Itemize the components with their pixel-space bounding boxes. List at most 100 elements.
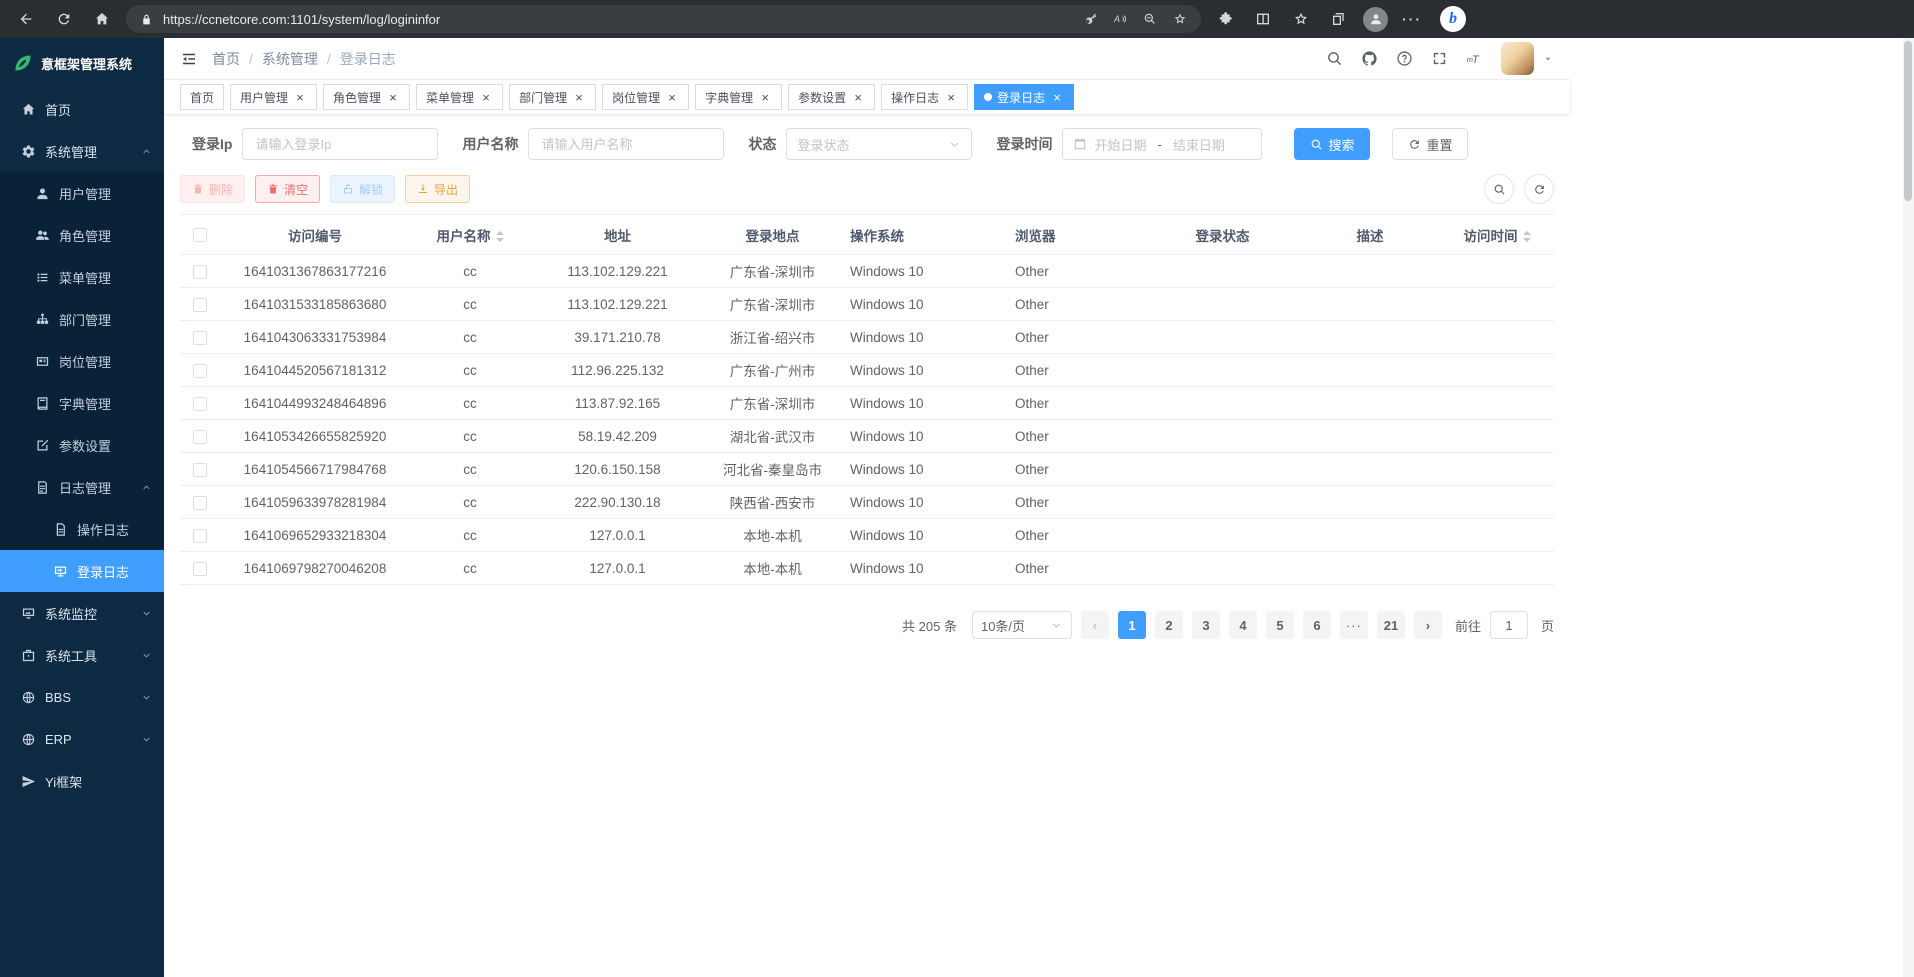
table-row[interactable]: 1641044520567181312cc112.96.225.132广东省-广… bbox=[180, 354, 1554, 387]
row-checkbox[interactable] bbox=[193, 265, 207, 279]
sidebar-item-dept-manage[interactable]: 部门管理 bbox=[0, 298, 164, 340]
font-size-icon[interactable]: тT bbox=[1466, 50, 1483, 67]
tab-close-icon[interactable]: × bbox=[758, 91, 772, 104]
table-row[interactable]: 1641031533185863680cc113.102.129.221广东省-… bbox=[180, 288, 1554, 321]
tab-close-icon[interactable]: × bbox=[479, 91, 493, 104]
table-row[interactable]: 1641053426655825920cc58.19.42.209湖北省-武汉市… bbox=[180, 420, 1554, 453]
row-checkbox[interactable] bbox=[193, 298, 207, 312]
tab-close-icon[interactable]: × bbox=[572, 91, 586, 104]
user-name-input[interactable] bbox=[528, 128, 724, 160]
browser-menu-button[interactable]: ··· bbox=[1398, 5, 1426, 33]
page-button-1[interactable]: 1 bbox=[1118, 611, 1146, 639]
favorites-button[interactable] bbox=[1287, 5, 1315, 33]
table-row[interactable]: 1641059633978281984cc222.90.130.18陕西省-西安… bbox=[180, 486, 1554, 519]
tab-post-manage[interactable]: 岗位管理× bbox=[602, 84, 689, 110]
login-ip-input[interactable] bbox=[242, 128, 438, 160]
tab-close-icon[interactable]: × bbox=[851, 91, 865, 104]
unlock-button[interactable]: 解锁 bbox=[330, 175, 395, 203]
clear-button[interactable]: 清空 bbox=[255, 175, 320, 203]
tab-close-icon[interactable]: × bbox=[386, 91, 400, 104]
date-range-picker[interactable]: 开始日期 - 结束日期 bbox=[1062, 128, 1262, 160]
sidebar-item-dict-manage[interactable]: 字典管理 bbox=[0, 382, 164, 424]
fullscreen-icon[interactable] bbox=[1431, 50, 1448, 67]
password-key-icon[interactable] bbox=[1083, 12, 1097, 26]
scrollbar-thumb[interactable] bbox=[1904, 41, 1912, 201]
sidebar-item-system-monitor[interactable]: 系统监控 bbox=[0, 592, 164, 634]
column-header-visit-time[interactable]: 访问时间 bbox=[1440, 215, 1554, 255]
row-checkbox[interactable] bbox=[193, 331, 207, 345]
avatar-caret-icon[interactable] bbox=[1542, 53, 1554, 65]
row-checkbox[interactable] bbox=[193, 430, 207, 444]
tab-close-icon[interactable]: × bbox=[665, 91, 679, 104]
page-button-21[interactable]: 21 bbox=[1377, 611, 1405, 639]
row-checkbox[interactable] bbox=[193, 562, 207, 576]
tab-param-settings[interactable]: 参数设置× bbox=[788, 84, 875, 110]
sidebar-item-user-manage[interactable]: 用户管理 bbox=[0, 172, 164, 214]
delete-button[interactable]: 删除 bbox=[180, 175, 245, 203]
page-ellipsis[interactable]: ··· bbox=[1340, 611, 1368, 639]
tab-menu-manage[interactable]: 菜单管理× bbox=[416, 84, 503, 110]
tab-close-icon[interactable]: × bbox=[293, 91, 307, 104]
browser-back-button[interactable] bbox=[12, 5, 40, 33]
row-checkbox[interactable] bbox=[193, 496, 207, 510]
sidebar-item-system-tools[interactable]: 系统工具 bbox=[0, 634, 164, 676]
app-logo[interactable]: 意框架管理系统 bbox=[0, 38, 164, 88]
sidebar-item-yi-framework[interactable]: Yi框架 bbox=[0, 760, 164, 802]
goto-page-input[interactable] bbox=[1490, 611, 1528, 639]
page-scrollbar[interactable] bbox=[1903, 38, 1914, 977]
page-size-select[interactable]: 10条/页 bbox=[972, 611, 1072, 639]
page-button-6[interactable]: 6 bbox=[1303, 611, 1331, 639]
sidebar-item-log-manage[interactable]: 日志管理 bbox=[0, 466, 164, 508]
tab-user-manage[interactable]: 用户管理× bbox=[230, 84, 317, 110]
breadcrumb-system-manage[interactable]: 系统管理 bbox=[262, 49, 318, 69]
page-button-2[interactable]: 2 bbox=[1155, 611, 1183, 639]
read-aloud-icon[interactable]: A bbox=[1113, 12, 1127, 26]
browser-profile-button[interactable] bbox=[1363, 7, 1388, 32]
copilot-button[interactable]: b bbox=[1440, 6, 1466, 32]
tab-close-icon[interactable]: × bbox=[1050, 91, 1064, 104]
github-icon[interactable] bbox=[1361, 50, 1378, 67]
collections-button[interactable] bbox=[1325, 5, 1353, 33]
table-row[interactable]: 1641043063331753984cc39.171.210.78浙江省-绍兴… bbox=[180, 321, 1554, 354]
sidebar-item-home[interactable]: 首页 bbox=[0, 88, 164, 130]
sidebar-item-erp[interactable]: ERP bbox=[0, 718, 164, 760]
refresh-table-button[interactable] bbox=[1524, 174, 1554, 204]
search-button[interactable]: 搜索 bbox=[1294, 128, 1370, 160]
select-all-checkbox[interactable] bbox=[193, 228, 207, 242]
zoom-out-icon[interactable] bbox=[1143, 12, 1157, 26]
table-row[interactable]: 1641069652933218304cc127.0.0.1本地-本机Windo… bbox=[180, 519, 1554, 552]
table-row[interactable]: 1641069798270046208cc127.0.0.1本地-本机Windo… bbox=[180, 552, 1554, 585]
tab-dept-manage[interactable]: 部门管理× bbox=[509, 84, 596, 110]
page-button-4[interactable]: 4 bbox=[1229, 611, 1257, 639]
sidebar-item-system-manage[interactable]: 系统管理 bbox=[0, 130, 164, 172]
user-avatar[interactable] bbox=[1501, 42, 1534, 75]
tab-role-manage[interactable]: 角色管理× bbox=[323, 84, 410, 110]
table-row[interactable]: 1641054566717984768cc120.6.150.158河北省-秦皇… bbox=[180, 453, 1554, 486]
row-checkbox[interactable] bbox=[193, 364, 207, 378]
tab-dict-manage[interactable]: 字典管理× bbox=[695, 84, 782, 110]
tab-close-icon[interactable]: × bbox=[944, 91, 958, 104]
sidebar-item-role-manage[interactable]: 角色管理 bbox=[0, 214, 164, 256]
row-checkbox[interactable] bbox=[193, 529, 207, 543]
prev-page-button[interactable]: ‹ bbox=[1081, 611, 1109, 639]
sort-caret-icon[interactable] bbox=[1523, 231, 1531, 242]
sidebar-item-param-settings[interactable]: 参数设置 bbox=[0, 424, 164, 466]
sidebar-item-menu-manage[interactable]: 菜单管理 bbox=[0, 256, 164, 298]
table-row[interactable]: 1641044993248464896cc113.87.92.165广东省-深圳… bbox=[180, 387, 1554, 420]
status-select[interactable]: 登录状态 bbox=[786, 128, 972, 160]
export-button[interactable]: 导出 bbox=[405, 175, 470, 203]
split-screen-button[interactable] bbox=[1249, 5, 1277, 33]
browser-extensions-button[interactable] bbox=[1211, 5, 1239, 33]
favorite-star-icon[interactable] bbox=[1173, 12, 1187, 26]
sidebar-item-post-manage[interactable]: 岗位管理 bbox=[0, 340, 164, 382]
help-icon[interactable] bbox=[1396, 50, 1413, 67]
tab-home[interactable]: 首页 bbox=[180, 84, 224, 110]
sort-caret-icon[interactable] bbox=[496, 231, 504, 242]
address-bar[interactable]: https://ccnetcore.com:1101/system/log/lo… bbox=[126, 5, 1201, 33]
next-page-button[interactable]: › bbox=[1414, 611, 1442, 639]
row-checkbox[interactable] bbox=[193, 463, 207, 477]
toggle-search-button[interactable] bbox=[1484, 174, 1514, 204]
browser-home-button[interactable] bbox=[88, 5, 116, 33]
header-search-icon[interactable] bbox=[1326, 50, 1343, 67]
column-header-user-name[interactable]: 用户名称 bbox=[410, 215, 530, 255]
